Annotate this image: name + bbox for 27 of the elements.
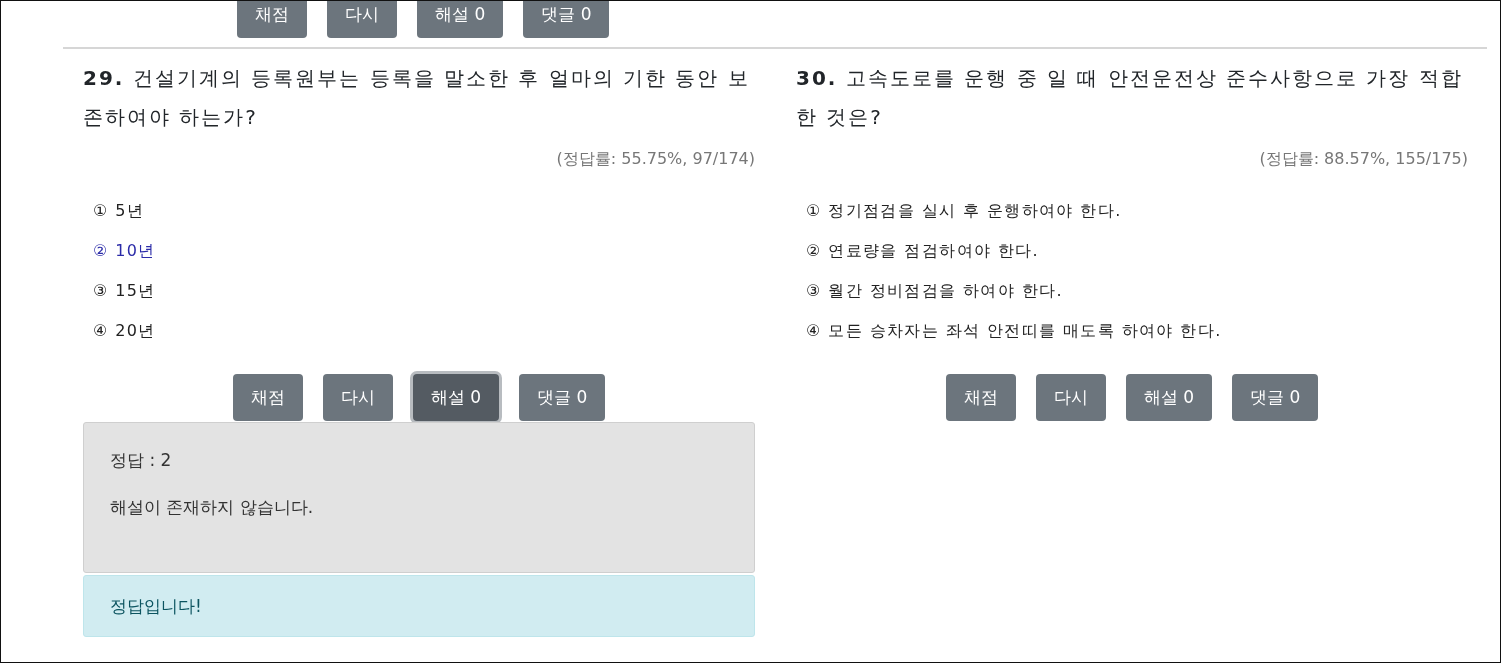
answer-option[interactable]: ① 5년	[93, 198, 145, 224]
action-button[interactable]: 다시	[1035, 374, 1106, 421]
answer-option[interactable]: ① 정기점검을 실시 후 운행하여야 한다.	[806, 198, 1122, 224]
action-button[interactable]: 해설 0	[412, 374, 499, 421]
action-button[interactable]: 다시	[322, 374, 393, 421]
result-alert: 정답입니다!	[83, 575, 755, 637]
answer-option[interactable]: ④ 모든 승차자는 좌석 안전띠를 매도록 하여야 한다.	[806, 318, 1222, 344]
correct-rate: (정답률: 55.75%, 97/174)	[556, 149, 755, 170]
explanation-text: 해설이 존재하지 않습니다.	[110, 496, 315, 519]
action-button[interactable]: 채점	[237, 1, 307, 38]
answer-text: 정답 : 2	[110, 449, 173, 472]
answer-option[interactable]: ② 연료량을 점검하여야 한다.	[806, 238, 1040, 264]
answer-option[interactable]: ④ 20년	[93, 318, 156, 344]
action-button[interactable]: 채점	[232, 374, 303, 421]
action-button[interactable]: 댓글 0	[523, 1, 610, 38]
question-title: 29. 건설기계의 등록원부는 등록을 말소한 후 얼마의 기한 동안 보존하여야 하는가?	[83, 65, 751, 131]
action-button[interactable]: 다시	[327, 1, 397, 38]
action-button[interactable]: 채점	[945, 374, 1016, 421]
question-title: 30. 고속도로를 운행 중 일 때 안전운전상 준수사항으로 가장 적합한 것은?	[796, 65, 1464, 131]
action-button[interactable]: 댓글 0	[1232, 374, 1319, 421]
action-button[interactable]: 해설 0	[417, 1, 504, 38]
action-button[interactable]: 댓글 0	[519, 374, 606, 421]
action-button[interactable]: 해설 0	[1125, 374, 1212, 421]
answer-option[interactable]: ② 10년	[93, 238, 156, 264]
answer-option[interactable]: ③ 월간 정비점검을 하여야 한다.	[806, 278, 1063, 304]
correct-rate: (정답률: 88.57%, 155/175)	[1259, 149, 1468, 170]
answer-option[interactable]: ③ 15년	[93, 278, 156, 304]
